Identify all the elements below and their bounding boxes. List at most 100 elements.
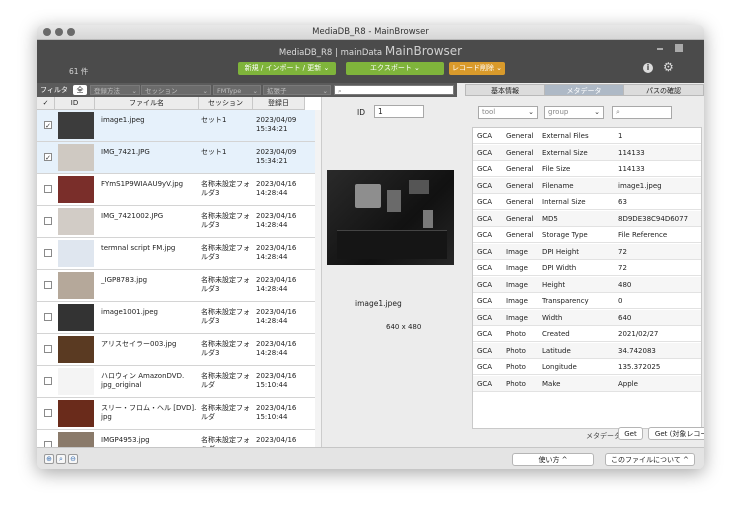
register-method-select[interactable]: 登録方法 ⌄ [90, 85, 140, 95]
get-button[interactable]: Get [618, 427, 643, 440]
meta-value: 8D9DE38C94D6077 [618, 214, 689, 223]
main-window: MediaDB_R8 - MainBrowser MediaDB_R8 | ma… [37, 25, 704, 469]
maximize-panel-icon[interactable] [675, 44, 683, 52]
table-row[interactable]: スリー・フロム・ヘル [DVD]. jpg 名称未設定フォ ルダ 2023/04/1… [37, 398, 321, 430]
preview-image [327, 170, 454, 265]
metadata-row[interactable]: GCA General MD5 8D9DE38C94D6077 [473, 210, 701, 227]
row-checkbox[interactable] [44, 249, 52, 257]
metadata-row[interactable]: GCA General File Size 114133 [473, 161, 701, 177]
row-checkbox[interactable] [44, 185, 52, 193]
metadata-row[interactable]: GCA Image DPI Height 72 [473, 243, 701, 260]
tool-select[interactable]: tool ⌄ [478, 106, 538, 119]
col-filename[interactable]: ファイル名 [95, 97, 199, 110]
table-row[interactable]: ハロウィン AmazonDVD. jpg_original 名称未設定フォ ルダ 2… [37, 366, 321, 398]
meta-value: 640 [618, 313, 632, 322]
metadata-row[interactable]: GCA Image Width 640 [473, 309, 701, 326]
row-checkbox[interactable] [44, 313, 52, 321]
metadata-search-input[interactable]: ⌕ [612, 106, 672, 119]
row-checkbox[interactable] [44, 377, 52, 385]
meta-value: 72 [618, 264, 627, 272]
col-session[interactable]: セッション [199, 97, 253, 110]
gear-icon[interactable]: ⚙ [663, 61, 674, 73]
meta-key: Created [542, 330, 570, 338]
table-row[interactable]: IMG_7421002.JPG 名称未設定フォ ルダ3 2023/04/16 14:… [37, 206, 321, 238]
row-date: 2023/04/09 15:34:21 [256, 148, 297, 165]
session-placeholder: セッション [145, 87, 178, 95]
tab-basic-info[interactable]: 基本情報 [465, 84, 545, 96]
metadata-row[interactable]: GCA General Internal Size 63 [473, 194, 701, 210]
list-scrollbar[interactable] [315, 110, 321, 447]
meta-tool: GCA [477, 214, 493, 223]
meta-tool: GCA [477, 165, 493, 173]
col-id[interactable]: ID [55, 97, 95, 110]
usage-button[interactable]: 使い方 ^ [512, 453, 594, 466]
row-checkbox[interactable] [44, 217, 52, 225]
row-session: セット1 [201, 148, 227, 156]
metadata-row[interactable]: GCA Photo Make Apple [473, 375, 701, 392]
tab-path-check[interactable]: パスの確認 [623, 84, 704, 96]
row-thumbnail [58, 208, 94, 235]
meta-tool: GCA [477, 181, 493, 190]
zoom-reset-icon[interactable]: ⌕ [56, 454, 66, 464]
close-window-button[interactable] [43, 28, 51, 36]
meta-tool: GCA [477, 231, 493, 239]
tab-metadata[interactable]: メタデータ [544, 84, 624, 96]
row-checkbox[interactable] [44, 281, 52, 289]
row-filename: _IGP8783.jpg [101, 276, 148, 284]
table-row[interactable]: FYmS1P9WIAAU9yV.jpg 名称未設定フォ ルダ3 2023/04/16… [37, 174, 321, 206]
row-thumbnail [58, 336, 94, 363]
minimize-panel-icon[interactable] [657, 48, 663, 50]
meta-group: Image [506, 280, 528, 289]
table-row[interactable]: _IGP8783.jpg 名称未設定フォ ルダ3 2023/04/16 14:28:… [37, 270, 321, 302]
metadata-row[interactable]: GCA General External Files 1 [473, 128, 701, 144]
row-checkbox[interactable] [44, 409, 52, 417]
session-select[interactable]: セッション ⌄ [141, 85, 211, 95]
delete-record-button[interactable]: レコード削除 ⌄ [449, 62, 505, 75]
zoom-window-button[interactable] [67, 28, 75, 36]
metadata-row[interactable]: GCA Photo Latitude 34.742083 [473, 342, 701, 359]
col-date[interactable]: 登録日 [253, 97, 305, 110]
metadata-row[interactable]: GCA General Filename image1.jpeg [473, 177, 701, 194]
meta-group: Image [506, 313, 528, 322]
filter-all-button[interactable]: 全 [73, 85, 87, 95]
row-checkbox[interactable]: ✓ [44, 121, 52, 130]
export-button[interactable]: エクスポート ⌄ [346, 62, 444, 75]
metadata-row[interactable]: GCA Photo Created 2021/02/27 [473, 326, 701, 342]
metadata-row[interactable]: GCA General Storage Type File Reference [473, 227, 701, 243]
row-date: 2023/04/16 14:28:44 [256, 180, 297, 197]
meta-tool: GCA [477, 379, 493, 388]
id-field[interactable]: 1 [374, 105, 424, 118]
table-row[interactable]: ✓ IMG_7421.JPG セット1 2023/04/09 15:34:21 [37, 142, 321, 174]
table-row[interactable]: IMGP4953.jpg 名称未設定フォ ルダ 2023/04/16 [37, 430, 321, 447]
metadata-row[interactable]: GCA Image DPI Width 72 [473, 260, 701, 276]
meta-key: DPI Height [542, 247, 580, 256]
row-thumbnail [58, 304, 94, 331]
meta-value: 34.742083 [618, 346, 656, 355]
metadata-row[interactable]: GCA General External Size 114133 [473, 144, 701, 161]
meta-key: Width [542, 313, 563, 322]
info-icon[interactable]: i [643, 63, 653, 73]
zoom-out-icon[interactable]: ⊖ [68, 454, 78, 464]
row-date: 2023/04/16 14:28:44 [256, 244, 297, 261]
col-check[interactable]: ✓ [37, 97, 55, 110]
table-row[interactable]: image1001.jpeg 名称未設定フォ ルダ3 2023/04/16 14:2… [37, 302, 321, 334]
table-row[interactable]: termnal script FM.jpg 名称未設定フォ ルダ3 2023/04/… [37, 238, 321, 270]
metadata-row[interactable]: GCA Photo Longitude 135.372025 [473, 359, 701, 375]
about-file-button[interactable]: このファイルについて ^ [605, 453, 695, 466]
metadata-row[interactable]: GCA Image Height 480 [473, 276, 701, 293]
group-select[interactable]: group ⌄ [544, 106, 604, 119]
zoom-in-icon[interactable]: ⊕ [44, 454, 54, 464]
table-row[interactable]: アリスセイラー003.jpg 名称未設定フォ ルダ3 2023/04/16 14:2… [37, 334, 321, 366]
table-row[interactable]: ✓ image1.jpeg セット1 2023/04/09 15:34:21 [37, 110, 321, 142]
fmtype-select[interactable]: FMType ⌄ [213, 85, 261, 95]
new-import-update-button[interactable]: 新規 / インポート / 更新 ⌄ [238, 62, 336, 75]
meta-tool: GCA [477, 148, 493, 157]
minimize-window-button[interactable] [55, 28, 63, 36]
filter-search-input[interactable]: ⌕ [334, 85, 454, 95]
extension-select[interactable]: 拡張子 ⌄ [263, 85, 331, 95]
row-checkbox[interactable]: ✓ [44, 153, 52, 162]
row-checkbox[interactable] [44, 345, 52, 353]
get-target-record-button[interactable]: Get (対象レコード) [648, 427, 704, 440]
metadata-row[interactable]: GCA Image Transparency 0 [473, 293, 701, 309]
app-header: MediaDB_R8 | mainData MainBrowser 61 件 新… [37, 40, 704, 83]
